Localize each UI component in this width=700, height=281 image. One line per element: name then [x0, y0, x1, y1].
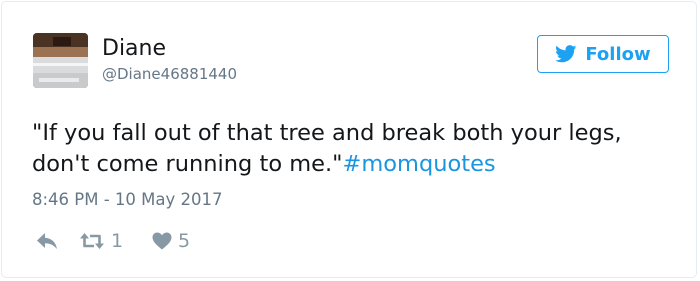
avatar-image	[33, 33, 88, 88]
tweet-text: "If you fall out of that tree and break …	[32, 118, 682, 180]
heart-icon	[152, 232, 172, 250]
retweet-icon	[80, 233, 104, 249]
tweet-card: Diane @Diane46881440 Follow "If you fall…	[1, 1, 697, 278]
tweet-actions: 1 5	[32, 228, 332, 254]
tweet-body: "If you fall out of that tree and break …	[32, 120, 622, 177]
hashtag-link[interactable]: #momquotes	[343, 151, 496, 177]
user-handle[interactable]: @Diane46881440	[102, 64, 237, 84]
retweet-button[interactable]: 1	[79, 228, 123, 254]
follow-button[interactable]: Follow	[537, 35, 669, 73]
display-name[interactable]: Diane	[102, 36, 166, 62]
follow-button-label: Follow	[585, 43, 651, 65]
avatar[interactable]	[33, 33, 88, 88]
tweet-timestamp[interactable]: 8:46 PM - 10 May 2017	[32, 189, 223, 211]
like-button[interactable]: 5	[152, 228, 190, 254]
like-count: 5	[178, 230, 191, 252]
twitter-bird-icon	[555, 45, 577, 63]
reply-button[interactable]	[36, 228, 58, 254]
reply-icon	[37, 233, 57, 249]
retweet-count: 1	[111, 230, 124, 252]
